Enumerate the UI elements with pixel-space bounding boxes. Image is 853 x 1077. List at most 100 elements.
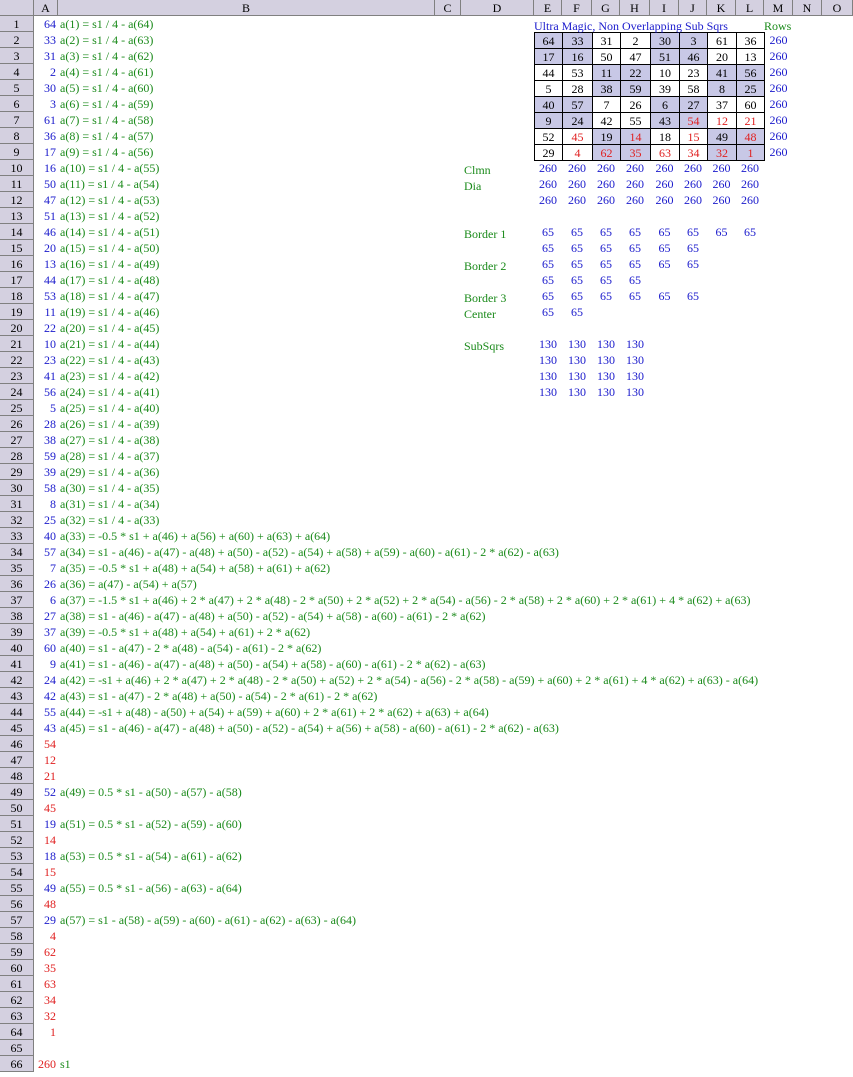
cell-b45[interactable]: a(45) = s1 - a(46) - a(47) - a(48) + a(5…	[60, 720, 559, 736]
sum-check-cell[interactable]: 260	[620, 192, 650, 208]
cell-b20[interactable]: a(20) = s1 / 4 - a(45)	[60, 320, 159, 336]
row-sum-cell[interactable]: 260	[764, 64, 793, 80]
cell-b10[interactable]: a(10) = s1 / 4 - a(55)	[60, 160, 159, 176]
cell-a48[interactable]: 21	[34, 768, 56, 784]
magic-square-cell[interactable]: 38	[592, 80, 621, 97]
sum-check-cell[interactable]: 65	[679, 256, 707, 272]
cell-b57[interactable]: a(57) = s1 - a(58) - a(59) - a(60) - a(6…	[60, 912, 356, 928]
row-header-31[interactable]: 31	[0, 496, 34, 512]
magic-square-cell[interactable]: 19	[592, 128, 621, 145]
sum-check-cell[interactable]: 130	[534, 336, 562, 352]
sum-check-cell[interactable]: 260	[534, 192, 562, 208]
row-header-14[interactable]: 14	[0, 224, 34, 240]
sum-check-cell[interactable]: 130	[562, 352, 592, 368]
sum-check-cell[interactable]: 65	[707, 224, 736, 240]
row-header-45[interactable]: 45	[0, 720, 34, 736]
row-header-57[interactable]: 57	[0, 912, 34, 928]
magic-square-cell[interactable]: 40	[534, 96, 563, 113]
row-header-13[interactable]: 13	[0, 208, 34, 224]
magic-square-cell[interactable]: 36	[736, 32, 765, 49]
magic-square-cell[interactable]: 49	[707, 128, 737, 145]
cell-a17[interactable]: 44	[34, 272, 56, 288]
cell-b25[interactable]: a(25) = s1 / 4 - a(40)	[60, 400, 159, 416]
magic-square-cell[interactable]: 20	[707, 48, 737, 65]
magic-square-cell[interactable]: 7	[592, 96, 621, 113]
magic-square-cell[interactable]: 37	[707, 96, 737, 113]
row-header-59[interactable]: 59	[0, 944, 34, 960]
magic-square-cell[interactable]: 6	[650, 96, 680, 113]
cell-a61[interactable]: 63	[34, 976, 56, 992]
sum-check-cell[interactable]: 65	[562, 304, 592, 320]
sum-check-cell[interactable]: 130	[562, 384, 592, 400]
cell-a47[interactable]: 12	[34, 752, 56, 768]
sum-check-cell[interactable]: 130	[534, 384, 562, 400]
sum-check-cell[interactable]: 65	[562, 224, 592, 240]
cell-b30[interactable]: a(30) = s1 / 4 - a(35)	[60, 480, 159, 496]
cell-a27[interactable]: 38	[34, 432, 56, 448]
row-header-10[interactable]: 10	[0, 160, 34, 176]
cell-a28[interactable]: 59	[34, 448, 56, 464]
row-header-27[interactable]: 27	[0, 432, 34, 448]
cell-a44[interactable]: 55	[34, 704, 56, 720]
magic-square-cell[interactable]: 47	[620, 48, 651, 65]
row-header-51[interactable]: 51	[0, 816, 34, 832]
column-header-j[interactable]: J	[679, 0, 707, 16]
cell-b49[interactable]: a(49) = 0.5 * s1 - a(50) - a(57) - a(58)	[60, 784, 242, 800]
row-header-3[interactable]: 3	[0, 48, 34, 64]
cell-b6[interactable]: a(6) = s1 / 4 - a(59)	[60, 96, 153, 112]
magic-square-cell[interactable]: 9	[534, 112, 563, 129]
sum-check-cell[interactable]: 260	[707, 192, 736, 208]
cell-a22[interactable]: 23	[34, 352, 56, 368]
magic-square-cell[interactable]: 15	[679, 128, 708, 145]
cell-b16[interactable]: a(16) = s1 / 4 - a(49)	[60, 256, 159, 272]
cell-b31[interactable]: a(31) = s1 / 4 - a(34)	[60, 496, 159, 512]
cell-b32[interactable]: a(32) = s1 / 4 - a(33)	[60, 512, 159, 528]
cell-a12[interactable]: 47	[34, 192, 56, 208]
column-header-h[interactable]: H	[620, 0, 650, 16]
sum-check-cell[interactable]: 65	[562, 256, 592, 272]
cell-b43[interactable]: a(43) = s1 - a(47) - 2 * a(48) + a(50) -…	[60, 688, 377, 704]
cell-b12[interactable]: a(12) = s1 / 4 - a(53)	[60, 192, 159, 208]
cell-b53[interactable]: a(53) = 0.5 * s1 - a(54) - a(61) - a(62)	[60, 848, 242, 864]
row-header-54[interactable]: 54	[0, 864, 34, 880]
sum-check-cell[interactable]: 130	[592, 384, 620, 400]
magic-square-cell[interactable]: 60	[736, 96, 765, 113]
sum-check-cell[interactable]: 260	[736, 176, 764, 192]
row-header-7[interactable]: 7	[0, 112, 34, 128]
column-header-d[interactable]: D	[461, 0, 534, 16]
row-sum-cell[interactable]: 260	[764, 80, 793, 96]
column-header-a[interactable]: A	[34, 0, 58, 16]
cell-a45[interactable]: 43	[34, 720, 56, 736]
magic-square-cell[interactable]: 1	[736, 144, 765, 161]
sum-check-cell[interactable]: 65	[534, 288, 562, 304]
magic-square-cell[interactable]: 50	[592, 48, 621, 65]
row-header-30[interactable]: 30	[0, 480, 34, 496]
cell-b44[interactable]: a(44) = -s1 + a(48) - a(50) + a(54) + a(…	[60, 704, 489, 720]
cell-a24[interactable]: 56	[34, 384, 56, 400]
magic-square-cell[interactable]: 2	[620, 32, 651, 49]
row-header-43[interactable]: 43	[0, 688, 34, 704]
cell-a54[interactable]: 15	[34, 864, 56, 880]
cell-a63[interactable]: 32	[34, 1008, 56, 1024]
sum-check-cell[interactable]: 65	[534, 224, 562, 240]
cell-a10[interactable]: 16	[34, 160, 56, 176]
cell-a31[interactable]: 8	[34, 496, 56, 512]
row-header-61[interactable]: 61	[0, 976, 34, 992]
sum-check-cell[interactable]: 260	[736, 160, 764, 176]
cell-b15[interactable]: a(15) = s1 / 4 - a(50)	[60, 240, 159, 256]
row-header-8[interactable]: 8	[0, 128, 34, 144]
cell-b55[interactable]: a(55) = 0.5 * s1 - a(56) - a(63) - a(64)	[60, 880, 242, 896]
sum-check-cell[interactable]: 260	[707, 176, 736, 192]
sum-check-cell[interactable]: 130	[620, 336, 650, 352]
cell-a52[interactable]: 14	[34, 832, 56, 848]
row-header-48[interactable]: 48	[0, 768, 34, 784]
magic-square-cell[interactable]: 31	[592, 32, 621, 49]
cell-b36[interactable]: a(36) = a(47) - a(54) + a(57)	[60, 576, 197, 592]
cell-a66[interactable]: 260	[34, 1056, 56, 1072]
cell-a50[interactable]: 45	[34, 800, 56, 816]
column-header-b[interactable]: B	[58, 0, 435, 16]
magic-square-cell[interactable]: 26	[620, 96, 651, 113]
row-header-53[interactable]: 53	[0, 848, 34, 864]
row-header-15[interactable]: 15	[0, 240, 34, 256]
cell-a15[interactable]: 20	[34, 240, 56, 256]
